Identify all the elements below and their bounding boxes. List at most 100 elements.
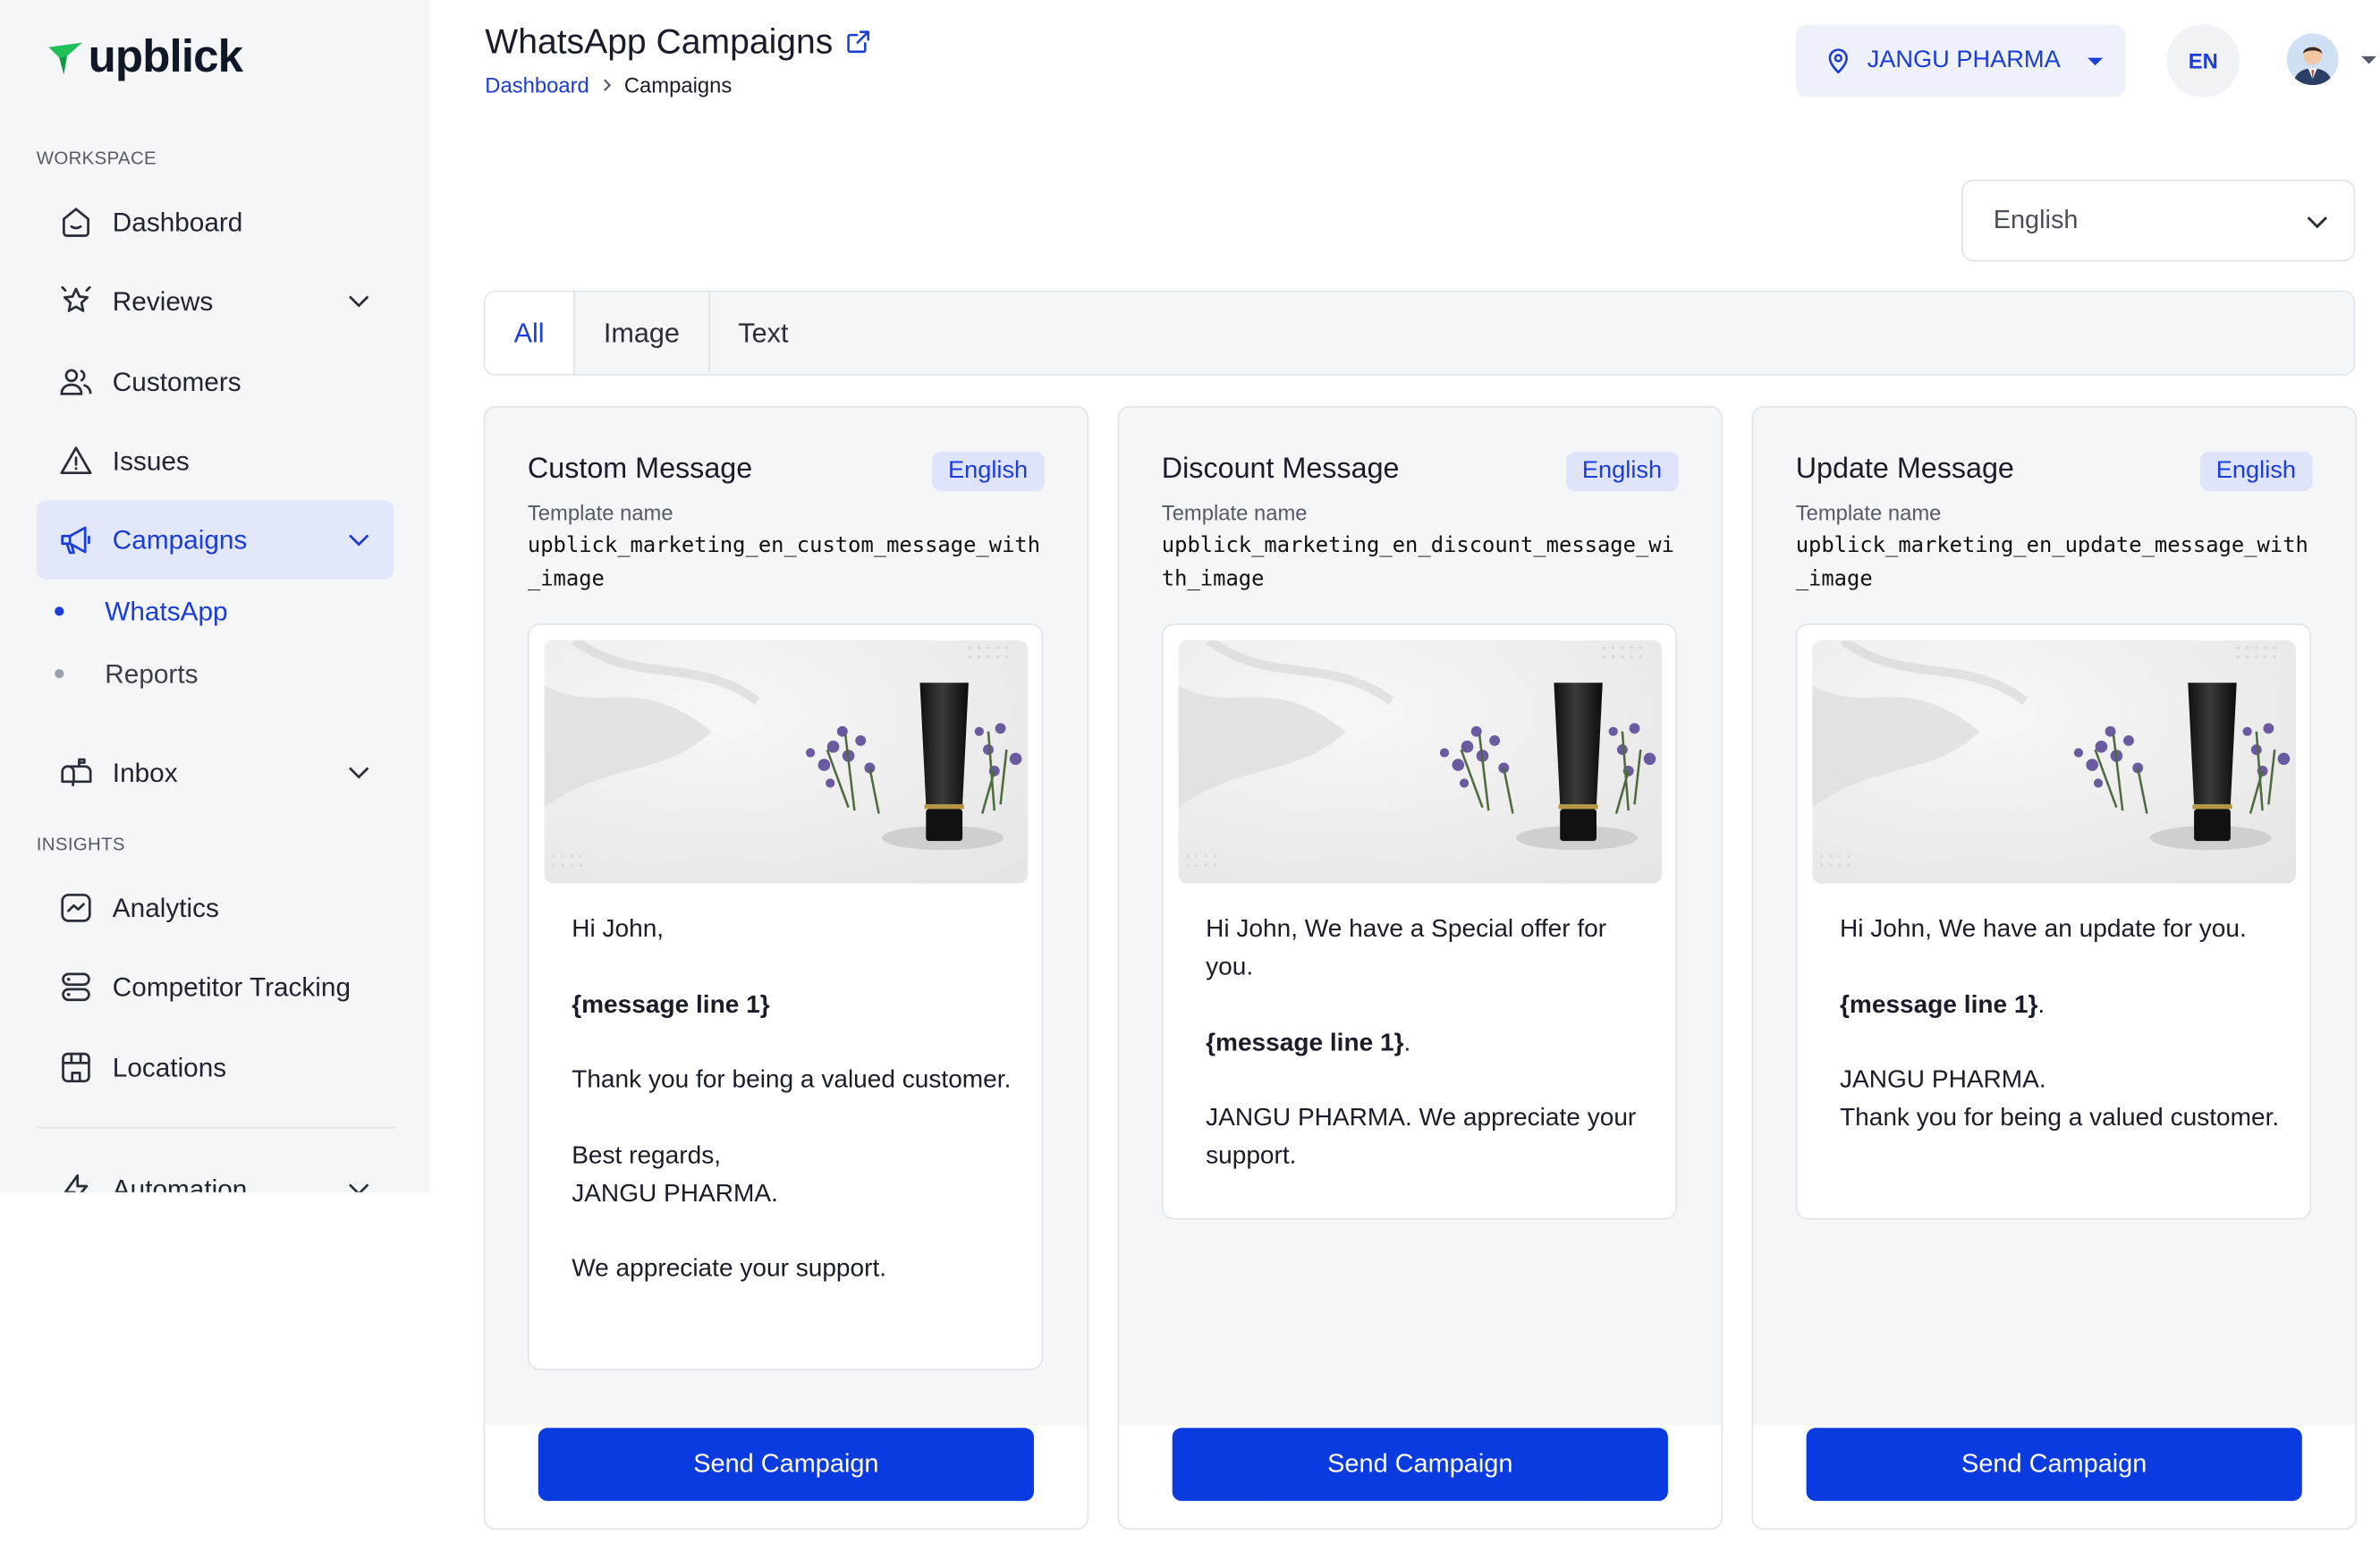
megaphone-icon	[58, 522, 95, 558]
home-icon	[58, 204, 95, 241]
sidebar-item-campaigns[interactable]: Campaigns	[36, 500, 394, 580]
product-image	[1812, 640, 2296, 884]
store-icon	[58, 1049, 95, 1086]
send-campaign-button[interactable]: Send Campaign	[1806, 1428, 2302, 1501]
sidebar-item-locations[interactable]: Locations	[37, 1028, 394, 1107]
message-preview: Hi John, We have an update for you. {mes…	[1795, 623, 2311, 1220]
breadcrumb-current: Campaigns	[623, 72, 733, 98]
brand-name: upblick	[88, 31, 243, 82]
tab-all[interactable]: All	[485, 292, 573, 375]
sidebar-item-label: Dashboard	[112, 206, 243, 237]
message-line: We appreciate your support.	[572, 1255, 887, 1283]
sidebar-item-issues[interactable]: Issues	[37, 421, 394, 500]
avatar-image	[2286, 33, 2339, 86]
product-image	[544, 640, 1029, 884]
template-name: upblick_marketing_en_discount_message_wi…	[1161, 533, 1674, 592]
language-switch-button[interactable]: EN	[2166, 24, 2240, 98]
sidebar-item-competitor-tracking[interactable]: Competitor Tracking	[37, 947, 394, 1026]
template-name: upblick_marketing_en_update_message_with…	[1795, 533, 2308, 592]
message-punctuation: .	[1403, 1029, 1411, 1056]
language-badge: English	[931, 451, 1045, 492]
template-name-label: Template name	[527, 500, 673, 525]
message-line: Hi John, We have a Special offer for you…	[1206, 915, 1607, 981]
message-line: JANGU PHARMA.	[1840, 1066, 2046, 1094]
location-name: JANGU PHARMA	[1867, 47, 2061, 73]
chevron-down-icon	[349, 1183, 369, 1192]
sidebar-item-label: Issues	[112, 445, 190, 476]
message-line: Hi John, We have an update for you.	[1840, 915, 2247, 943]
breadcrumb: Dashboard Campaigns	[485, 73, 732, 98]
template-title: Update Message	[1795, 453, 2014, 486]
sidebar-item-analytics[interactable]: Analytics	[37, 869, 394, 947]
caret-down-icon[interactable]	[2361, 55, 2377, 64]
sidebar-item-label: Customers	[112, 365, 241, 396]
server-icon	[58, 969, 95, 1005]
chevron-down-icon	[349, 295, 369, 308]
message-line: JANGU PHARMA. We appreciate your support…	[1206, 1104, 1637, 1170]
template-name-label: Template name	[1795, 500, 1942, 525]
logo-mark-icon	[48, 42, 82, 75]
sidebar-item-label: Reviews	[112, 284, 214, 316]
template-card-custom-message: Custom Message English Template name upb…	[483, 405, 1089, 1531]
bullet-dot	[55, 669, 64, 679]
tab-image[interactable]: Image	[575, 292, 709, 374]
sidebar-item-customers[interactable]: Customers	[37, 343, 394, 421]
language-badge: English	[1565, 451, 1679, 492]
language-select[interactable]: English	[1961, 179, 2356, 262]
sidebar: upblick WORKSPACE Dashboard Reviews Cust…	[0, 0, 431, 1192]
template-name: upblick_marketing_en_custom_message_with…	[527, 533, 1041, 592]
template-title: Discount Message	[1161, 453, 1400, 486]
template-name-label: Template name	[1161, 500, 1308, 525]
location-selector[interactable]: JANGU PHARMA	[1795, 24, 2126, 98]
message-body: Hi John, {message line 1} Thank you for …	[572, 911, 1012, 1288]
send-campaign-button[interactable]: Send Campaign	[1172, 1428, 1668, 1501]
star-icon	[58, 283, 95, 319]
message-placeholder: {message line 1}	[572, 990, 770, 1019]
message-line: Thank you for being a valued customer.	[1840, 1104, 2280, 1132]
sidebar-item-label: Automation	[112, 1173, 248, 1192]
sidebar-item-automation[interactable]: Automation	[37, 1149, 394, 1192]
chevron-down-icon	[349, 534, 369, 547]
sidebar-subitem-reports[interactable]: Reports	[55, 651, 198, 697]
map-pin-icon	[1828, 48, 1848, 74]
sidebar-item-inbox[interactable]: Inbox	[37, 733, 394, 811]
page-title: WhatsApp Campaigns	[485, 21, 871, 63]
insights-section-label: INSIGHTS	[36, 833, 125, 855]
template-title: Custom Message	[527, 453, 753, 486]
sidebar-subitem-label: Reports	[105, 657, 199, 689]
breadcrumb-dashboard-link[interactable]: Dashboard	[485, 73, 589, 98]
chevron-right-icon	[603, 79, 611, 91]
message-line: Best regards,	[572, 1141, 722, 1169]
user-avatar[interactable]	[2286, 33, 2339, 86]
message-punctuation: .	[2037, 990, 2045, 1019]
tab-text[interactable]: Text	[710, 292, 817, 374]
mailbox-icon	[58, 754, 95, 791]
language-select-value: English	[1993, 205, 2079, 234]
bolt-icon	[58, 1171, 95, 1192]
bullet-dot	[55, 606, 64, 616]
message-placeholder: {message line 1}	[1840, 990, 2038, 1019]
message-line: Hi John,	[572, 915, 665, 943]
message-body: Hi John, We have an update for you. {mes…	[1840, 911, 2281, 1138]
message-line: JANGU PHARMA.	[572, 1179, 778, 1208]
page-title-text: WhatsApp Campaigns	[485, 21, 834, 61]
sidebar-item-dashboard[interactable]: Dashboard	[37, 182, 394, 261]
sidebar-item-label: Competitor Tracking	[112, 971, 351, 1002]
chart-icon	[58, 890, 95, 927]
message-placeholder: {message line 1}	[1206, 1029, 1404, 1056]
message-line: Thank you for being a valued customer.	[572, 1066, 1012, 1094]
external-link-icon[interactable]	[845, 29, 871, 55]
chevron-down-icon	[2307, 216, 2328, 229]
warning-icon	[58, 443, 95, 479]
sidebar-item-label: Campaigns	[112, 523, 248, 555]
sidebar-subitem-label: WhatsApp	[105, 595, 228, 626]
sidebar-item-reviews[interactable]: Reviews	[37, 261, 394, 340]
workspace-section-label: WORKSPACE	[36, 147, 157, 169]
template-card-discount-message: Discount Message English Template name u…	[1117, 405, 1724, 1531]
brand-logo[interactable]: upblick	[46, 28, 243, 89]
send-campaign-button[interactable]: Send Campaign	[538, 1428, 1034, 1501]
sidebar-subitem-whatsapp[interactable]: WhatsApp	[55, 589, 228, 634]
template-card-update-message: Update Message English Template name upb…	[1751, 405, 2357, 1531]
message-preview: Hi John, We have a Special offer for you…	[1161, 623, 1678, 1220]
sidebar-item-label: Analytics	[112, 892, 219, 923]
